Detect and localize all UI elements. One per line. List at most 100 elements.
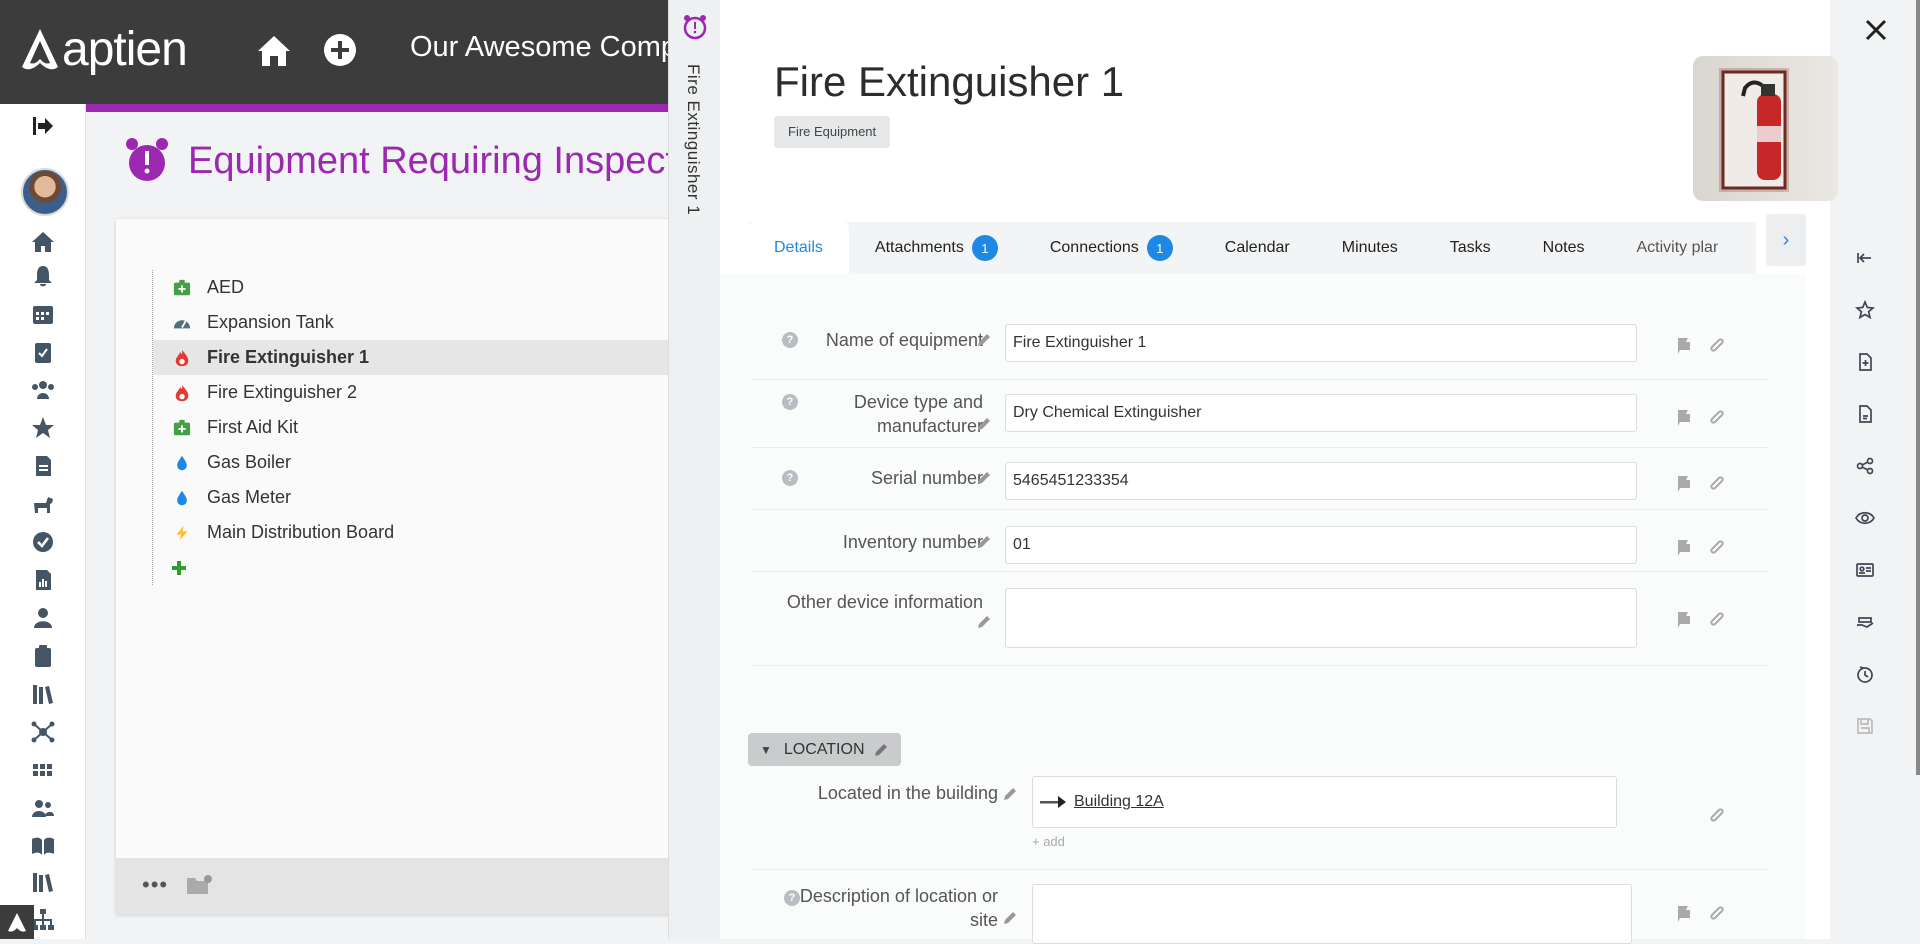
accent-bar [86,104,670,112]
pencil-icon[interactable] [976,416,992,432]
flag-add-icon[interactable] [1674,902,1696,924]
team-icon[interactable] [28,376,58,404]
file-add-icon[interactable] [1855,352,1879,376]
list-item[interactable]: Gas Meter [153,480,672,515]
bell-icon[interactable] [28,262,58,290]
id-card-icon[interactable] [1855,560,1879,584]
clipboard-icon[interactable] [28,642,58,670]
flag-add-icon[interactable] [1674,472,1696,494]
avatar[interactable] [21,168,69,216]
add-circle-icon[interactable] [322,32,358,68]
home-icon[interactable] [256,34,292,68]
pencil-icon[interactable] [976,614,992,630]
collapsed-panel-strip[interactable]: Fire Extinguisher 1 [668,0,720,939]
tab-activity-plans[interactable]: Activity plans [1610,222,1718,274]
flag-add-icon[interactable] [1674,334,1696,356]
company-name[interactable]: Our Awesome Comp [410,31,677,64]
dog-icon[interactable] [28,490,58,518]
document-icon[interactable] [28,452,58,480]
calendar-icon[interactable] [28,300,58,328]
hand-money-icon[interactable] [1855,612,1879,636]
list-item[interactable]: Expansion Tank [153,305,672,340]
location-section-header[interactable]: ▼ LOCATION [748,733,901,766]
more-options-button[interactable]: ••• [142,872,168,898]
pencil-icon[interactable] [976,332,992,348]
grid-icon[interactable] [28,756,58,784]
count-badge: 1 [971,235,998,261]
library-icon[interactable] [28,868,58,896]
check-circle-icon[interactable] [28,528,58,556]
list-item[interactable]: Main Distribution Board [153,515,672,550]
folder-add-icon[interactable] [186,874,212,896]
expand-arrow-icon[interactable] [28,112,58,140]
paperclip-icon[interactable] [1706,334,1728,356]
help-corner[interactable] [0,905,34,939]
vertical-title: Fire Extinguisher 1 [684,64,703,216]
list-item[interactable]: Gas Boiler [153,445,672,480]
plus-icon [172,560,186,575]
pencil-icon[interactable] [976,470,992,486]
eye-icon[interactable] [1855,508,1879,532]
tab-calendar[interactable]: Calendar [1199,222,1316,274]
collapse-left-icon[interactable] [1855,248,1879,272]
report-icon[interactable] [28,566,58,594]
pdf-icon[interactable] [1855,404,1879,428]
category-tag[interactable]: Fire Equipment [774,116,891,148]
paperclip-icon[interactable] [1706,536,1728,558]
flag-add-icon[interactable] [1674,536,1696,558]
field-row: ? Name of equipment Fire Extinguisher 1 [752,318,1768,380]
list-item[interactable]: AED [153,270,672,305]
field-input[interactable]: Dry Chemical Extinguisher [1005,394,1637,432]
description-field[interactable] [1032,884,1632,944]
equipment-photo[interactable] [1693,56,1838,201]
tab-attachments[interactable]: Attachments 1 [849,222,1024,274]
tab-notes[interactable]: Notes [1517,222,1611,274]
field-input[interactable]: 01 [1005,526,1637,564]
list-item[interactable]: First Aid Kit [153,410,672,445]
add-item-button[interactable] [153,550,672,585]
paperclip-icon[interactable] [1706,472,1728,494]
star-icon[interactable] [28,414,58,442]
close-icon[interactable] [1864,18,1888,42]
flame-icon [171,347,193,369]
book-icon[interactable] [28,832,58,860]
tabs-scroll-right-button[interactable]: › [1766,214,1806,266]
first-aid-icon [171,277,193,299]
pencil-icon[interactable] [976,534,992,550]
field-input[interactable]: Fire Extinguisher 1 [1005,324,1637,362]
home-icon[interactable] [28,228,58,256]
history-icon[interactable] [1855,664,1879,688]
flag-add-icon[interactable] [1674,608,1696,630]
star-outline-icon[interactable] [1854,299,1879,324]
tab-details[interactable]: Details [748,222,849,274]
brand-logo[interactable]: aptien [20,22,188,77]
clipboard-check-icon[interactable] [28,338,58,366]
tab-connections[interactable]: Connections 1 [1024,222,1199,274]
share-icon[interactable] [1855,456,1879,480]
pencil-icon[interactable] [1002,910,1018,926]
tab-tasks[interactable]: Tasks [1424,222,1517,274]
people-icon[interactable] [28,794,58,822]
field-input[interactable]: 5465451233354 [1005,462,1637,500]
scrollbar[interactable] [1916,0,1920,775]
tab-minutes[interactable]: Minutes [1316,222,1424,274]
paperclip-icon[interactable] [1706,902,1728,924]
paperclip-icon[interactable] [1706,406,1728,428]
list-item[interactable]: Fire Extinguisher 2 [153,375,672,410]
user-icon[interactable] [28,604,58,632]
flame-icon [171,382,193,404]
paperclip-icon[interactable] [1706,804,1728,826]
books-icon[interactable] [28,680,58,708]
list-item[interactable]: Fire Extinguisher 1 [153,340,672,375]
flag-add-icon[interactable] [1674,406,1696,428]
building-field[interactable]: Building 12A [1032,776,1617,828]
network-icon[interactable] [28,718,58,746]
pencil-icon[interactable] [873,742,889,758]
field-input[interactable] [1005,588,1637,648]
detail-title: Fire Extinguisher 1 [774,58,1125,105]
building-link[interactable]: Building 12A [1074,793,1164,811]
field-label: Name of equipment [825,330,983,350]
add-building-link[interactable]: + add [1032,834,1065,849]
pencil-icon[interactable] [1002,786,1018,802]
paperclip-icon[interactable] [1706,608,1728,630]
